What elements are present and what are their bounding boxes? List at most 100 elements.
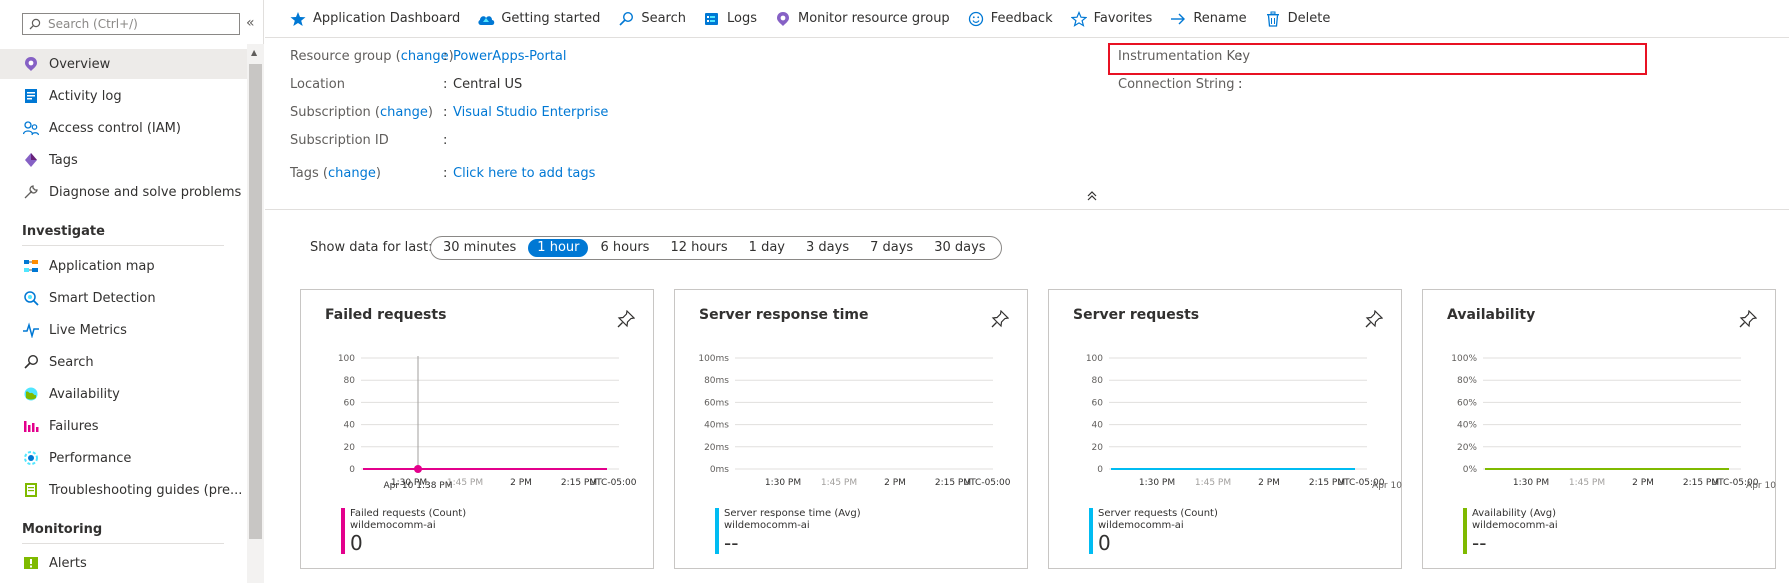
sidebar-item-search[interactable]: Search [0,347,247,377]
scroll-up-icon[interactable]: ▲ [251,48,257,57]
sidebar-item-label: Access control (IAM) [49,120,181,136]
y-tick-label: 20 [1092,443,1104,453]
time-option-3-days[interactable]: 3 days [797,239,858,257]
subscription-id-label: Subscription ID [290,133,389,148]
rename-button[interactable]: Rename [1169,10,1247,28]
sidebar-item-live-metrics[interactable]: Live Metrics [0,315,247,345]
sidebar-item-activity-log[interactable]: Activity log [0,81,247,111]
button-label: Favorites [1093,11,1153,26]
connection-string-label: Connection String [1118,77,1235,92]
chart-legend: Availability (Avg) wildemocomm-ai -- [1463,508,1558,554]
sidebar-item-smart-detection[interactable]: Smart Detection [0,283,247,313]
wrench-icon [22,183,40,201]
sidebar-item-label: Performance [49,450,132,466]
y-tick-label: 80 [1092,376,1104,386]
colon: : [1238,49,1243,64]
time-option-12-hours[interactable]: 12 hours [661,239,736,257]
server-requests-chart: 1008060402001:30 PM 1:45 PM 2 PM 2:15 PMUTC… [1086,354,1402,491]
collapse-essentials-button[interactable] [1087,190,1097,205]
access-control-icon [22,119,40,137]
logs-icon [703,10,721,28]
sidebar: Search (Ctrl+/) « Overview Activity log … [0,0,264,583]
sidebar-item-label: Failures [49,418,99,434]
favorites-button[interactable]: Favorites [1070,10,1153,28]
server-response-time-chart: 100ms 80ms 60ms 40ms 20ms 0ms 1:30 PM 1:45 PM 2 … [698,354,1010,488]
server-requests-tile[interactable]: Server requests 100 80 60 40 20 0 1:30 PM 1:45 … [1048,289,1402,569]
server-response-time-tile[interactable]: Server response time 100ms 80ms 60ms 40ms 20… [674,289,1028,569]
subscription-value-link[interactable]: Visual Studio Enterprise [453,105,608,120]
sidebar-item-label: Activity log [49,88,122,104]
y-tick-label: 0% [1463,465,1478,475]
failures-icon [22,417,40,435]
y-tick-label: 100 [338,354,355,364]
colon: : [1238,77,1243,92]
x-tick-label: 1:45 PM [1569,478,1605,488]
sidebar-scrollbar[interactable]: ▲ [247,44,264,583]
time-option-1-hour[interactable]: 1 hour [528,239,589,257]
search-icon [22,353,40,371]
tags-change-link[interactable]: change [328,166,376,181]
tile-title: Failed requests [325,307,447,323]
collapse-sidebar-button[interactable]: « [246,15,255,31]
feedback-button[interactable]: Feedback [967,10,1053,28]
getting-started-button[interactable]: Getting started [477,10,600,28]
trash-icon [1264,10,1282,28]
legend-value: 0 [1098,531,1111,555]
sidebar-section-investigate: Investigate [22,224,224,246]
time-option-1-day[interactable]: 1 day [740,239,794,257]
y-tick-label: 80% [1457,376,1477,386]
star-outline-icon [1070,10,1088,28]
availability-tile[interactable]: Availability 100% 80% 60% 40% 20% 0% 1:30 PM 1:… [1422,289,1776,569]
sidebar-item-application-map[interactable]: Application map [0,251,247,281]
x-tick-label: 2 PM [884,478,906,488]
sidebar-item-overview[interactable]: Overview [0,49,247,79]
x-tick-label: 1:30 PM [765,478,801,488]
pin-icon[interactable] [991,310,1009,328]
star-icon [289,10,307,28]
sidebar-item-availability[interactable]: Availability [0,379,247,409]
button-label: Logs [727,11,758,26]
resource-group-value-link[interactable]: PowerApps-Portal [453,49,567,64]
divider [265,209,1789,210]
sidebar-item-troubleshooting[interactable]: Troubleshooting guides (pre... [0,475,247,505]
button-label: Delete [1287,11,1331,26]
arrow-right-icon [1169,10,1187,28]
search-button[interactable]: Search [617,10,686,28]
performance-icon [22,449,40,467]
cloud-icon [477,10,495,28]
sidebar-item-diagnose[interactable]: Diagnose and solve problems [0,177,247,207]
failed-requests-tile[interactable]: Failed requests 100 80 60 40 20 0 1:30 PM 1:45 … [300,289,654,569]
time-option-7-days[interactable]: 7 days [861,239,922,257]
sidebar-item-failures[interactable]: Failures [0,411,247,441]
button-label: Feedback [990,11,1053,26]
colon: : [443,166,448,181]
hover-point [414,465,422,473]
legend-color-bar [1089,508,1093,554]
pin-icon[interactable] [1365,310,1383,328]
x-tick-label: 1:45 PM [821,478,857,488]
scrollbar-thumb[interactable] [249,64,262,539]
x-tick-label: UTC-05:00 [589,478,636,488]
delete-button[interactable]: Delete [1264,10,1331,28]
monitor-resource-group-button[interactable]: Monitor resource group [774,10,950,28]
add-tags-link[interactable]: Click here to add tags [453,166,595,181]
time-option-6-hours[interactable]: 6 hours [591,239,658,257]
pin-icon[interactable] [617,310,635,328]
sidebar-search-input[interactable]: Search (Ctrl+/) [22,13,240,35]
application-dashboard-button[interactable]: Application Dashboard [289,10,460,28]
x-tick-label: 1:45 PM [1195,478,1231,488]
smart-detection-icon [22,289,40,307]
legend-resource: wildemocomm-ai [350,520,436,531]
resource-group-change-link[interactable]: change [401,49,449,64]
tile-title: Server response time [699,307,869,323]
subscription-change-link[interactable]: change [380,105,428,120]
logs-button[interactable]: Logs [703,10,757,28]
sidebar-item-tags[interactable]: Tags [0,145,247,175]
time-option-30-minutes[interactable]: 30 minutes [434,239,525,257]
sidebar-item-alerts[interactable]: Alerts [0,548,247,578]
pin-icon[interactable] [1739,310,1757,328]
sidebar-item-performance[interactable]: Performance [0,443,247,473]
sidebar-item-access-control[interactable]: Access control (IAM) [0,113,247,143]
time-option-30-days[interactable]: 30 days [925,239,994,257]
y-tick-label: 80 [344,376,356,386]
